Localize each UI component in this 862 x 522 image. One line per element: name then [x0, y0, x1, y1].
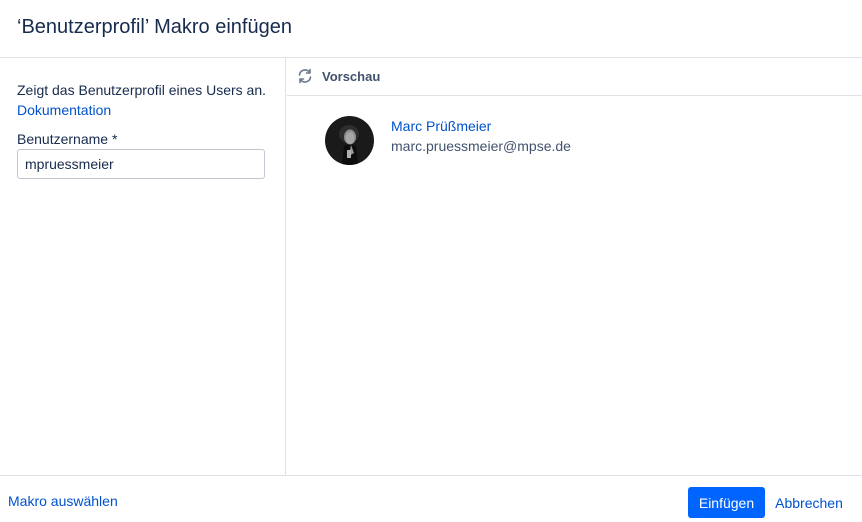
profile-email: marc.pruessmeier@mpse.de — [391, 138, 571, 154]
preview-header: Vorschau — [287, 58, 862, 96]
dialog-body: Zeigt das Benutzerprofil eines Users an.… — [0, 58, 862, 476]
username-input[interactable] — [17, 149, 265, 179]
macro-parameters-panel: Zeigt das Benutzerprofil eines Users an.… — [0, 58, 286, 476]
preview-panel: Vorschau Marc Prüßmeier marc.pruessmeier… — [287, 58, 862, 476]
documentation-link[interactable]: Dokumentation — [17, 100, 111, 120]
username-label: Benutzername * — [17, 131, 118, 147]
user-profile-card: Marc Prüßmeier marc.pruessmeier@mpse.de — [287, 96, 862, 476]
insert-button[interactable]: Einfügen — [688, 487, 765, 518]
cancel-button[interactable]: Abbrechen — [770, 487, 848, 518]
preview-label: Vorschau — [322, 69, 381, 84]
dialog-title: ‘Benutzerprofil’ Makro einfügen — [17, 16, 292, 38]
select-macro-link[interactable]: Makro auswählen — [8, 493, 118, 509]
dialog-footer: Makro auswählen Einfügen Abbrechen — [0, 476, 862, 522]
profile-name-link[interactable]: Marc Prüßmeier — [391, 118, 491, 134]
dialog-header: ‘Benutzerprofil’ Makro einfügen — [0, 0, 862, 58]
user-avatar[interactable] — [325, 116, 374, 165]
refresh-icon[interactable] — [296, 67, 314, 85]
macro-description: Zeigt das Benutzerprofil eines Users an. — [17, 82, 267, 98]
macro-dialog: ‘Benutzerprofil’ Makro einfügen Zeigt da… — [0, 0, 862, 522]
